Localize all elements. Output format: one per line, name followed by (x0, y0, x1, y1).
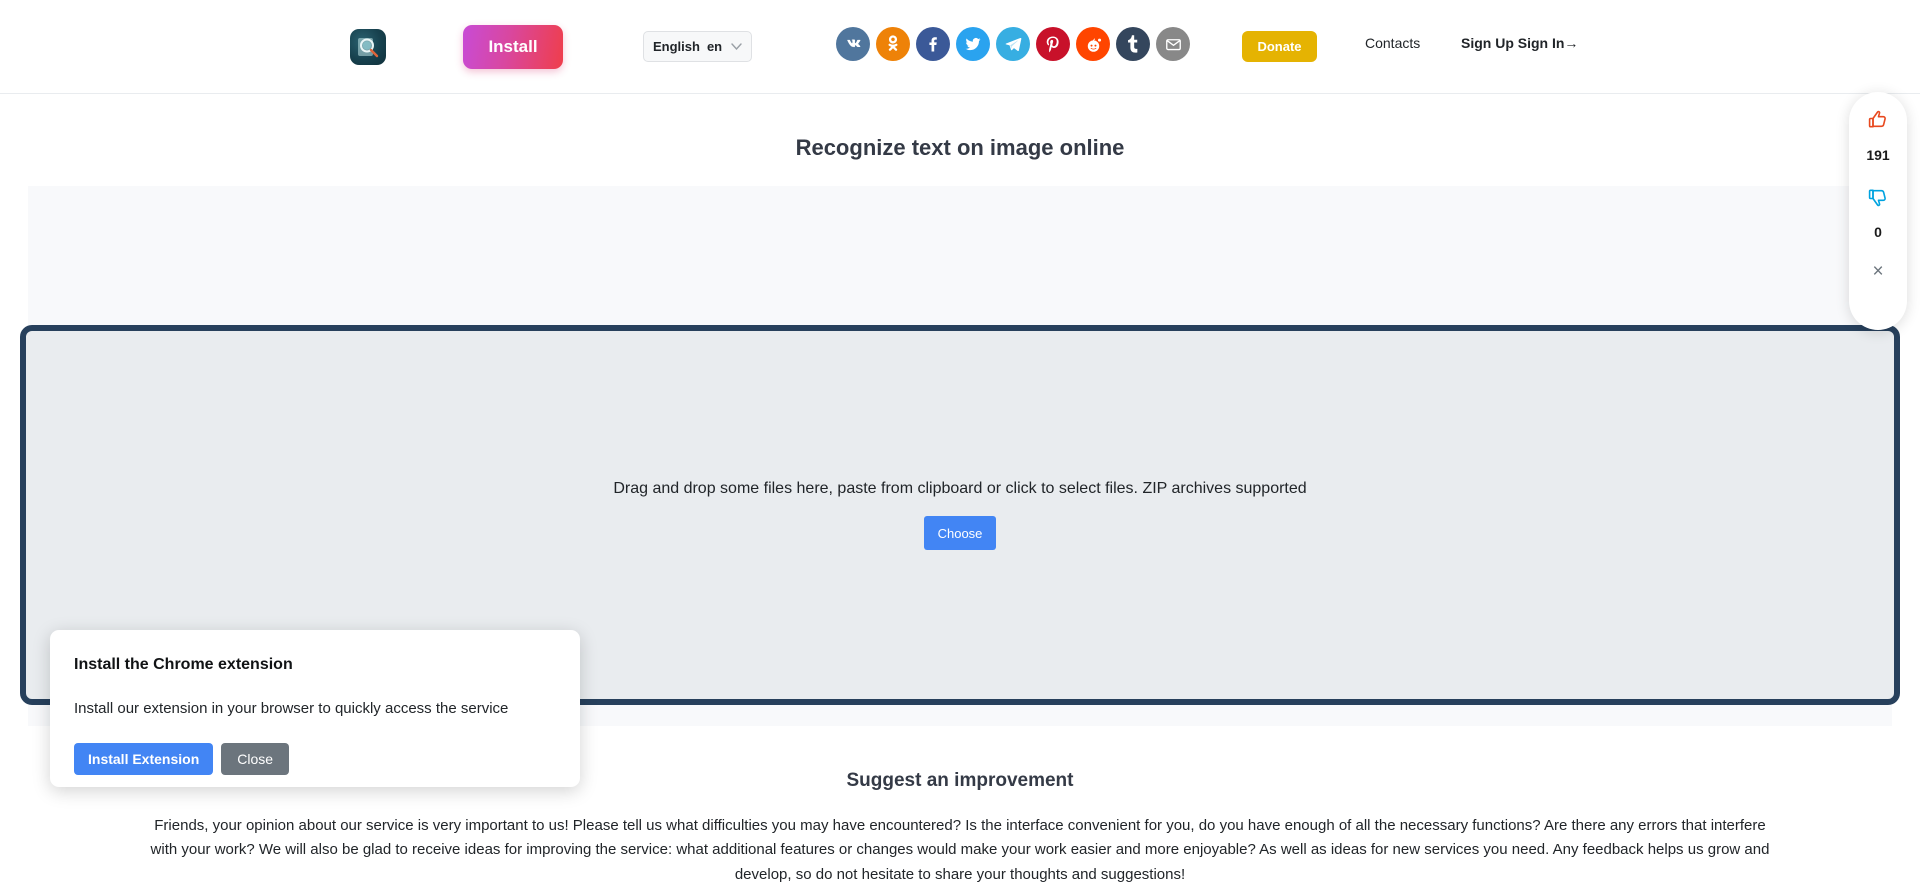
page-title: Recognize text on image online (795, 135, 1125, 160)
language-code: en (706, 39, 723, 54)
extension-popup-title: Install the Chrome extension (74, 656, 293, 673)
suggest-body: Friends, your opinion about our service … (150, 817, 1770, 883)
close-icon[interactable]: × (1872, 262, 1883, 281)
reddit-icon (1084, 35, 1103, 54)
site-logo[interactable] (350, 29, 386, 65)
pinterest-icon (1044, 35, 1062, 53)
dislike-count: 0 (1874, 224, 1882, 240)
social-link-twitter[interactable] (956, 27, 990, 61)
social-link-odnoklassniki[interactable] (876, 27, 910, 61)
donate-button[interactable]: Donate (1242, 31, 1317, 62)
social-link-reddit[interactable] (1076, 27, 1110, 61)
language-name: English (653, 39, 700, 54)
choose-file-button[interactable]: Choose (924, 516, 996, 550)
install-button[interactable]: Install (463, 25, 563, 69)
email-icon (1164, 35, 1183, 54)
signup-signin-link[interactable]: Sign Up Sign In→ (1461, 35, 1578, 51)
thumbs-up-icon[interactable] (1866, 108, 1890, 137)
social-links (836, 27, 1190, 61)
extension-popup-description: Install our extension in your browser to… (74, 700, 509, 717)
magnifier-document-icon (354, 33, 382, 61)
vote-widget: 191 0 × (1849, 92, 1907, 330)
social-link-pinterest[interactable] (1036, 27, 1070, 61)
contacts-link[interactable]: Contacts (1365, 35, 1420, 51)
extension-install-popup: Install the Chrome extension Install our… (50, 630, 580, 787)
odnoklassniki-icon (885, 35, 901, 53)
social-link-facebook[interactable] (916, 27, 950, 61)
thumbs-down-icon[interactable] (1866, 185, 1890, 214)
vk-icon (844, 35, 862, 53)
tumblr-icon (1126, 35, 1140, 53)
social-link-tumblr[interactable] (1116, 27, 1150, 61)
social-link-vk[interactable] (836, 27, 870, 61)
chevron-down-icon (731, 41, 742, 53)
dropzone-hint: Drag and drop some files here, paste fro… (613, 480, 1307, 497)
twitter-icon (964, 35, 982, 53)
facebook-icon (924, 35, 942, 53)
language-selector[interactable]: English en (643, 31, 753, 62)
social-link-telegram[interactable] (996, 27, 1030, 61)
site-header: Install English en Donate Contacts Sign … (0, 0, 1920, 94)
telegram-icon (1004, 35, 1022, 53)
social-link-email[interactable] (1156, 27, 1190, 61)
close-popup-button[interactable]: Close (221, 743, 290, 775)
like-count: 191 (1866, 147, 1890, 163)
install-extension-button[interactable]: Install Extension (74, 743, 214, 775)
